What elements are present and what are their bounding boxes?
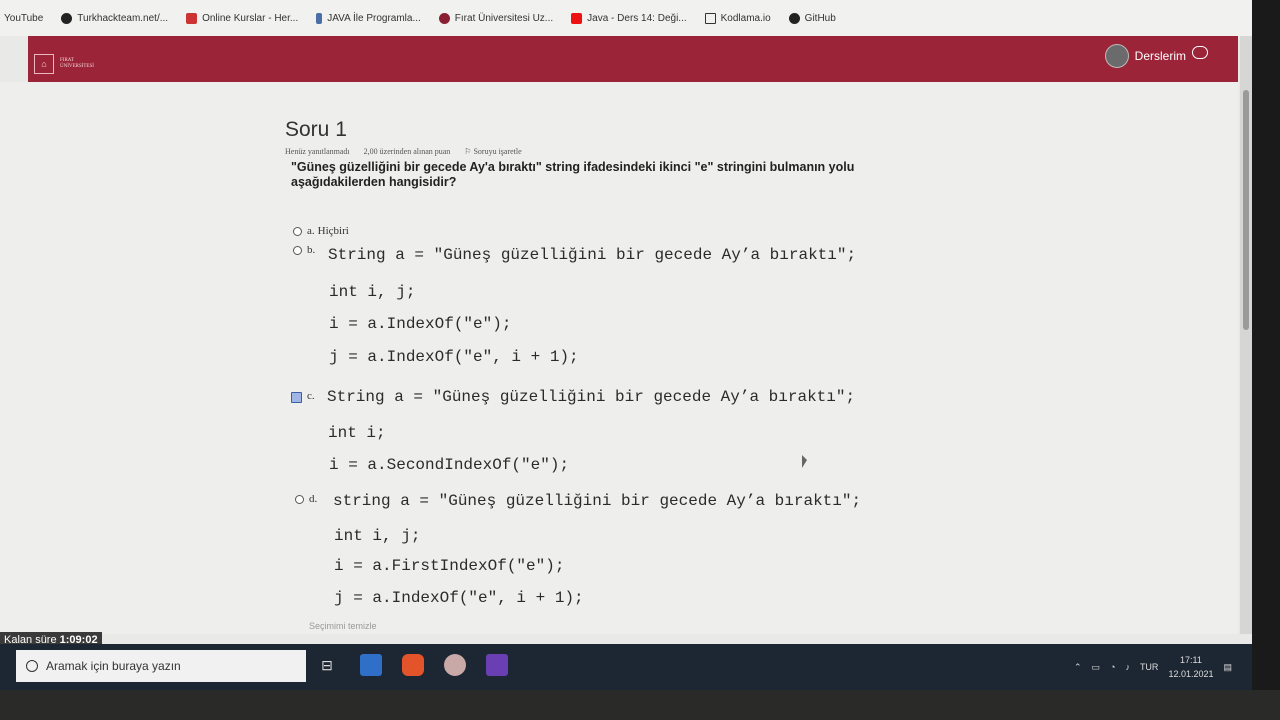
youtube-icon [571, 12, 583, 24]
bookmark-label: Online Kurslar - Her... [202, 12, 299, 24]
task-view-icon[interactable]: ⊟ [316, 654, 338, 676]
option-c-code-line: String a = "Güneş güzelliğini bir gecede… [327, 388, 856, 406]
page-scrollbar[interactable] [1240, 36, 1252, 634]
option-b-code-line: i = a.IndexOf("e"); [329, 315, 512, 333]
udemy-icon [186, 12, 198, 24]
bookmark-java-ders-14[interactable]: Java - Ders 14: Deği... [571, 12, 687, 24]
message-icon[interactable] [1192, 46, 1208, 59]
option-b[interactable]: b. [293, 244, 315, 256]
mail-icon[interactable] [360, 654, 382, 676]
option-b-code-line: String a = "Güneş güzelliğini bir gecede… [328, 246, 857, 264]
option-b-label[interactable]: b. [307, 244, 315, 256]
bookmark-label: GitHub [804, 12, 836, 24]
option-a-label[interactable]: a. [307, 225, 315, 237]
option-d-label[interactable]: d. [309, 493, 317, 505]
option-d-code-line: j = a.IndexOf("e", i + 1); [334, 589, 584, 607]
app-icon[interactable] [444, 654, 466, 676]
question-title: Soru 1 [285, 118, 347, 141]
visual-studio-icon[interactable] [486, 654, 508, 676]
bookmarks-bar: YouTube Turkhackteam.net/... Online Kurs… [0, 0, 1252, 36]
option-b-radio[interactable] [293, 246, 302, 255]
university-logo[interactable]: ⌂ FIRAT ÜNİVERSİTESİ [34, 54, 94, 74]
monitor-bezel [0, 690, 1280, 720]
firat-icon [438, 12, 450, 24]
flag-question-label[interactable]: Soruyu işaretle [473, 147, 521, 156]
kodlama-icon [704, 12, 716, 24]
bookmark-kodlama[interactable]: Kodlama.io [704, 12, 771, 24]
user-menu-label[interactable]: Derslerim [1135, 49, 1186, 63]
logo-line2: ÜNİVERSİTESİ [60, 64, 94, 69]
bookmark-youtube[interactable]: YouTube [4, 13, 43, 24]
clock-date: 12.01.2021 [1168, 669, 1214, 679]
brave-icon[interactable] [402, 654, 424, 676]
bookmark-label: Fırat Üniversitesi Uz... [454, 12, 554, 24]
taskbar-search[interactable]: Aramak için buraya yazın [16, 650, 306, 682]
github-icon [788, 12, 800, 24]
windows-taskbar: Aramak için buraya yazın ⊟ ⌃ ▭ ◔ ♪ TUR 1… [0, 644, 1252, 690]
university-shield-icon: ⌂ [34, 54, 54, 74]
option-a-radio[interactable] [293, 227, 302, 236]
bookmark-label: JAVA İle Programla... [327, 12, 421, 24]
taskbar-clock[interactable]: 17:11 12.01.2021 [1168, 653, 1213, 681]
option-a[interactable]: a. Hiçbiri [293, 225, 349, 237]
option-d[interactable]: d. [295, 493, 317, 505]
bookmark-firat-universitesi[interactable]: Fırat Üniversitesi Uz... [438, 12, 554, 24]
bookmark-label: Turkhackteam.net/... [77, 12, 169, 24]
taskbar-search-placeholder[interactable]: Aramak için buraya yazın [46, 659, 181, 673]
clear-selection-link[interactable]: Seçimimi temizle [309, 621, 377, 631]
option-c-code-line: int i; [328, 424, 386, 442]
browser-screen: YouTube Turkhackteam.net/... Online Kurs… [0, 0, 1252, 690]
option-d-radio[interactable] [295, 495, 304, 504]
user-menu[interactable]: Derslerim [1104, 44, 1186, 68]
option-d-code-line: string a = "Güneş güzelliğini bir gecede… [333, 492, 862, 510]
option-b-code-line: int i, j; [329, 283, 416, 301]
option-c-radio-selected[interactable] [291, 392, 302, 403]
java-icon [316, 12, 323, 24]
avatar[interactable] [1104, 44, 1129, 68]
clock-time: 17:11 [1180, 655, 1202, 665]
flag-question-link[interactable]: ⚐ Soruyu işaretle [464, 147, 521, 156]
turkhack-icon [61, 12, 73, 24]
bookmark-label: YouTube [4, 12, 44, 24]
option-c-code-line: i = a.SecondIndexOf("e"); [329, 456, 570, 474]
bookmark-github[interactable]: GitHub [788, 12, 836, 24]
question-status: Henüz yanıtlanmadı [285, 147, 350, 156]
system-tray: ⌃ ▭ ◔ ♪ TUR 17:11 12.01.2021 ▤ [1074, 644, 1232, 690]
option-b-code-line: j = a.IndexOf("e", i + 1); [329, 348, 579, 366]
question-points: 2,00 üzerinden alınan puan [363, 147, 451, 156]
bookmark-online-kurslar[interactable]: Online Kurslar - Her... [186, 12, 299, 24]
option-d-code-line: i = a.FirstIndexOf("e"); [334, 557, 565, 575]
bookmark-label: Kodlama.io [720, 12, 771, 24]
bookmark-java-programlama[interactable]: JAVA İle Programla... [316, 12, 421, 24]
scrollbar-thumb[interactable] [1243, 90, 1249, 330]
search-icon [26, 660, 38, 672]
bookmark-label: Java - Ders 14: Deği... [587, 12, 687, 24]
network-icon[interactable]: ◔ [1110, 662, 1115, 672]
volume-icon[interactable]: ♪ [1125, 662, 1130, 672]
bookmark-turkhackteam[interactable]: Turkhackteam.net/... [61, 12, 169, 24]
option-c[interactable]: c. [291, 390, 315, 403]
tray-chevron-up-icon[interactable]: ⌃ [1074, 662, 1082, 673]
language-indicator[interactable]: TUR [1140, 662, 1159, 672]
notifications-icon[interactable]: ▤ [1223, 662, 1232, 673]
question-text: "Güneş güzelliğini bir gecede Ay'a bırak… [291, 160, 855, 189]
option-a-text[interactable]: Hiçbiri [318, 225, 349, 237]
mouse-cursor-icon [802, 455, 807, 468]
option-d-code-line: int i, j; [334, 527, 421, 545]
option-c-label[interactable]: c. [307, 390, 315, 402]
site-header: ⌂ FIRAT ÜNİVERSİTESİ Derslerim [28, 36, 1238, 82]
question-info: Henüz yanıtlanmadı 2,00 üzerinden alınan… [285, 147, 522, 156]
battery-icon[interactable]: ▭ [1091, 662, 1100, 673]
